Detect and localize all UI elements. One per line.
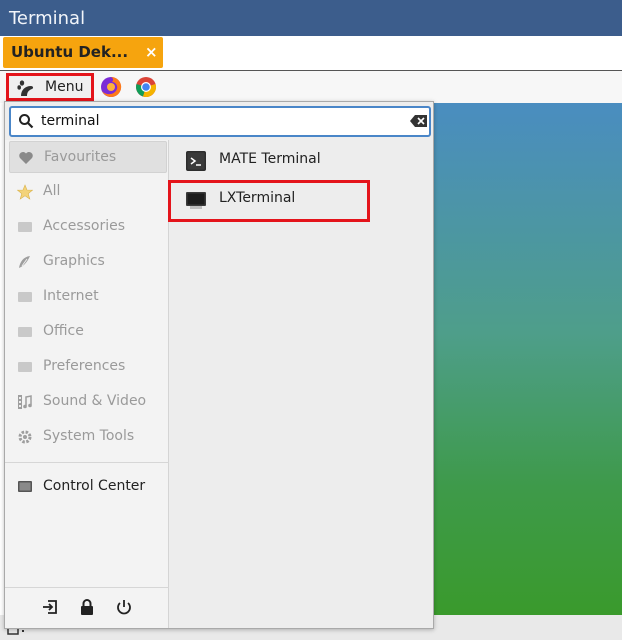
result-mate-terminal[interactable]: MATE Terminal — [177, 144, 427, 178]
category-separator — [5, 462, 169, 463]
internet-icon — [18, 292, 32, 302]
power-icon[interactable] — [115, 598, 133, 616]
lock-icon[interactable] — [78, 598, 96, 616]
category-label: All — [43, 183, 61, 199]
category-label: System Tools — [43, 428, 135, 444]
category-label: Graphics — [43, 253, 105, 269]
preferences-icon — [18, 362, 32, 372]
category-label: Internet — [43, 288, 99, 304]
category-sound-video[interactable]: Sound & Video — [9, 386, 167, 418]
session-buttons — [5, 588, 169, 628]
tab-close-icon[interactable]: × — [145, 43, 158, 61]
category-label: Control Center — [43, 478, 146, 494]
control-center-icon — [18, 481, 32, 492]
tab-label: Ubuntu Dek... — [11, 43, 129, 61]
lxterminal-highlight — [168, 180, 370, 222]
mate-terminal-icon — [186, 151, 206, 171]
mate-paw-icon — [17, 80, 34, 96]
accessories-icon — [18, 222, 32, 232]
category-list: Favourites All Accessories Graphics Inte… — [5, 140, 169, 628]
desktop-background — [432, 103, 622, 615]
category-label: Office — [43, 323, 84, 339]
system-tools-icon — [18, 430, 32, 444]
chrome-icon[interactable] — [135, 76, 157, 98]
menu-label: Menu — [45, 79, 84, 95]
window-titlebar: Terminal — [0, 0, 622, 37]
category-internet[interactable]: Internet — [9, 281, 167, 313]
category-all[interactable]: All — [9, 176, 167, 208]
menu-button[interactable]: Menu — [6, 73, 94, 101]
category-label: Sound & Video — [43, 393, 147, 409]
office-icon — [18, 327, 32, 337]
category-office[interactable]: Office — [9, 316, 167, 348]
tab-ubuntu-desktop[interactable]: Ubuntu Dek... × — [3, 37, 163, 68]
top-panel: Menu — [0, 71, 622, 103]
category-accessories[interactable]: Accessories — [9, 211, 167, 243]
search-icon — [19, 114, 34, 129]
heart-icon — [19, 152, 33, 164]
search-input[interactable] — [41, 111, 381, 131]
category-label: Favourites — [44, 149, 117, 165]
search-box[interactable] — [9, 106, 431, 137]
logout-icon[interactable] — [41, 598, 59, 616]
category-system-tools[interactable]: System Tools — [9, 421, 167, 453]
category-label: Accessories — [43, 218, 126, 234]
category-favourites[interactable]: Favourites — [9, 141, 167, 173]
category-label: Preferences — [43, 358, 126, 374]
tab-strip: Ubuntu Dek... × — [0, 36, 622, 71]
star-icon — [17, 184, 33, 200]
category-preferences[interactable]: Preferences — [9, 351, 167, 383]
category-graphics[interactable]: Graphics — [9, 246, 167, 278]
window-title: Terminal — [9, 8, 86, 29]
firefox-icon[interactable] — [100, 76, 122, 98]
category-control-center[interactable]: Control Center — [9, 471, 167, 503]
graphics-icon — [19, 256, 30, 268]
sound-video-icon — [18, 395, 32, 409]
result-label: MATE Terminal — [219, 151, 321, 167]
clear-search-icon[interactable] — [410, 114, 428, 128]
